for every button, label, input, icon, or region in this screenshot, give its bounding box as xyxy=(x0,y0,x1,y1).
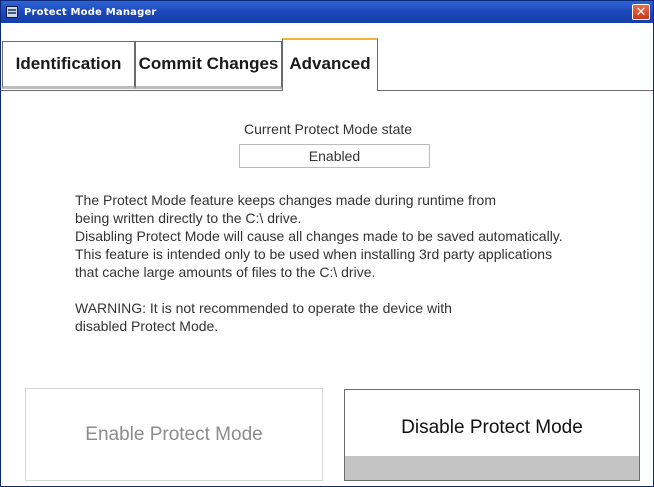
description-line: The Protect Mode feature keeps changes m… xyxy=(75,192,496,208)
tab-commit-changes[interactable]: Commit Changes xyxy=(135,41,282,89)
description-line: This feature is intended only to be used… xyxy=(75,246,553,262)
tab-label: Commit Changes xyxy=(138,54,279,73)
disable-button-label: Disable Protect Mode xyxy=(401,417,583,438)
tab-advanced[interactable]: Advanced xyxy=(282,38,378,91)
tab-identification[interactable]: Identification xyxy=(2,41,135,89)
window-title: Protect Mode Manager xyxy=(24,6,157,18)
title-bar[interactable]: Protect Mode Manager ✕ xyxy=(1,1,653,23)
tab-label: Advanced xyxy=(289,54,371,73)
protect-mode-description: The Protect Mode feature keeps changes m… xyxy=(75,191,645,335)
description-line: that cache large amounts of files to the… xyxy=(75,264,376,280)
warning-line: WARNING: It is not recommended to operat… xyxy=(75,300,452,316)
protect-mode-manager-window: Protect Mode Manager ✕ Identification Co… xyxy=(0,0,654,487)
tab-label: Identification xyxy=(15,54,122,73)
disable-protect-mode-button[interactable]: Disable Protect Mode xyxy=(344,389,640,481)
protect-mode-state-label: Current Protect Mode state xyxy=(243,121,413,137)
enable-button-label: Enable Protect Mode xyxy=(85,423,263,445)
button-shade xyxy=(345,456,639,480)
tab-strip: Identification Commit Changes Advanced xyxy=(1,23,653,91)
window-icon xyxy=(6,6,18,18)
protect-mode-state-value: Enabled xyxy=(239,144,430,168)
description-line: being written directly to the C:\ drive. xyxy=(75,210,302,226)
close-icon: ✕ xyxy=(635,4,647,20)
close-button[interactable]: ✕ xyxy=(632,4,650,20)
enable-protect-mode-button[interactable]: Enable Protect Mode xyxy=(25,388,323,481)
description-line: Disabling Protect Mode will cause all ch… xyxy=(75,228,563,244)
warning-line: disabled Protect Mode. xyxy=(75,318,219,334)
